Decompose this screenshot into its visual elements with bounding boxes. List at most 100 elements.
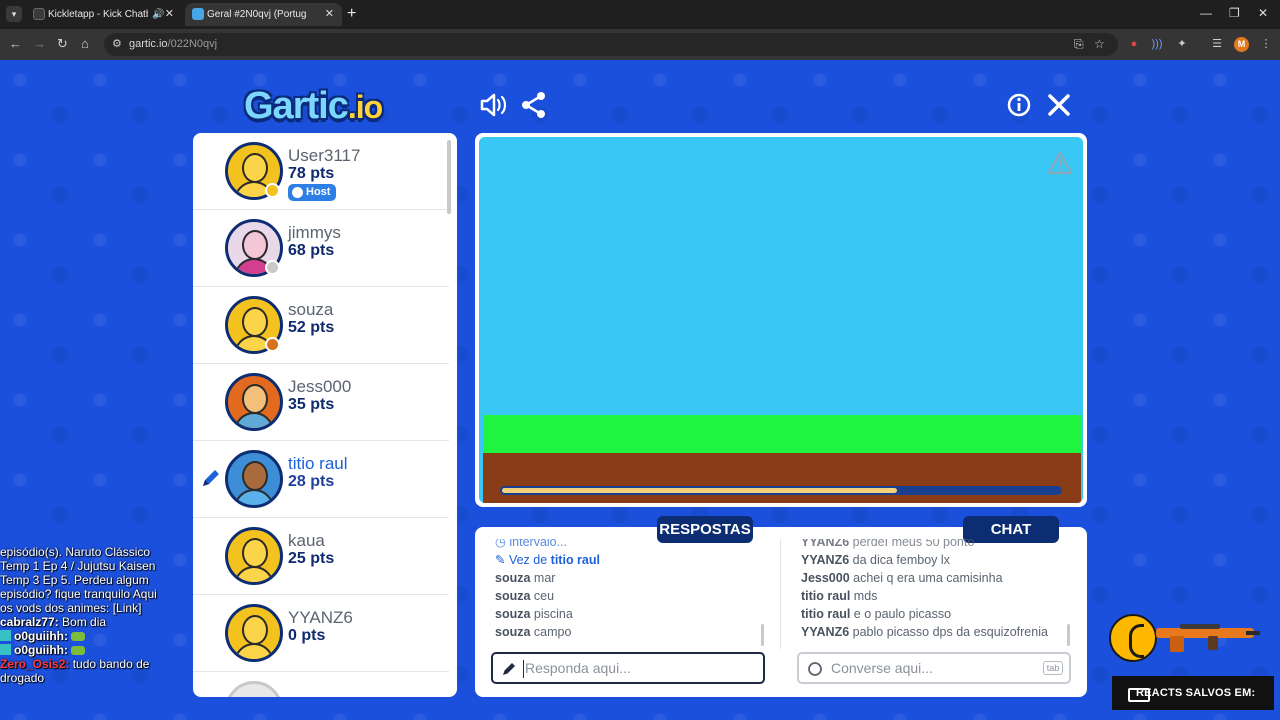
site-info-icon[interactable]: ⚙ <box>112 37 122 50</box>
chat-message: titio raul mds <box>801 589 878 603</box>
reload-icon[interactable]: ↻ <box>57 36 68 52</box>
audio-extension-icon[interactable]: ))) <box>1150 37 1164 51</box>
tab-search-button[interactable]: ▾ <box>6 6 22 22</box>
url-text: gartic.io/022N0qvj <box>129 38 218 50</box>
drawing-green-stroke <box>483 415 1081 453</box>
text-caret <box>523 660 524 678</box>
avatar <box>225 373 283 431</box>
close-window-icon[interactable]: ✕ <box>1258 6 1268 20</box>
share-icon[interactable] <box>519 90 549 120</box>
drawing-canvas[interactable] <box>479 137 1083 503</box>
browser-tab-strip: ▾ Kickletapp - Kick Chatbot a 🔊 ✕ Geral … <box>0 0 1280 29</box>
player-row: jimmys 68 pts <box>193 210 449 287</box>
answer-input-placeholder: Responda aqui... <box>525 660 631 676</box>
forward-icon[interactable]: → <box>33 36 46 52</box>
player-points: 25 pts <box>288 550 335 567</box>
player-points: 52 pts <box>288 319 335 336</box>
browser-toolbar: ← → ↻ ⌂ ⚙ gartic.io/022N0qvj ⎘ ☆ ● ))) ✦… <box>0 29 1280 60</box>
close-tab-icon[interactable]: ✕ <box>165 3 174 26</box>
player-row: Jess000 35 pts <box>193 364 449 441</box>
status-dot <box>265 260 280 275</box>
stream-chat-overlay: episódio(s). Naruto Clássico Temp 1 Ep 4… <box>0 545 170 685</box>
stream-chat-line: o0guiihh: <box>0 629 170 643</box>
restore-icon[interactable]: ❐ <box>1229 6 1240 20</box>
player-name: Jess000 <box>288 377 352 396</box>
stream-chat-line: o0guiihh: <box>0 643 170 657</box>
drawing-pencil-icon <box>203 470 219 486</box>
answers-chat-panel: RESPOSTAS CHAT ◷ intervalo... ✎ Vez de t… <box>475 516 1087 697</box>
answer-message: souza mar <box>495 571 556 585</box>
stream-bot-message: episódio(s). Naruto Clássico Temp 1 Ep 4… <box>0 545 157 615</box>
browser-menu-icon[interactable]: ⋮ <box>1259 37 1273 51</box>
report-warning-icon[interactable] <box>1047 151 1073 175</box>
answer-message: souza campo <box>495 625 572 639</box>
status-dot <box>265 183 280 198</box>
pencil-icon <box>503 663 515 675</box>
browser-tab-gartic[interactable]: Geral #2N0qvj (Português) - Ga ✕ <box>185 3 342 26</box>
gartic-favicon-icon <box>192 8 204 20</box>
turn-timer-fill <box>500 486 900 495</box>
stream-chat-line: cabralz77: Bom dia <box>0 615 107 629</box>
player-name: souza <box>288 300 334 319</box>
player-row-drawing: titio raul 28 pts <box>193 441 449 518</box>
chat-message: YYANZ6 perdeI meus 50 ponto <box>801 539 975 549</box>
chat-bubble-icon <box>808 662 822 676</box>
close-tab-icon[interactable]: ✕ <box>325 3 334 26</box>
stream-chat-line: Zero_Osis2: tudo bando de drogado <box>0 657 150 685</box>
player-row: souza 52 pts <box>193 287 449 364</box>
tab-audio-icon[interactable]: 🔊 <box>152 3 164 26</box>
address-bar[interactable]: ⚙ gartic.io/022N0qvj ⎘ ☆ <box>104 33 1118 56</box>
avatar <box>225 527 283 585</box>
player-points: 28 pts <box>288 473 335 490</box>
back-icon[interactable]: ← <box>9 36 22 52</box>
host-badge: Host <box>288 184 337 201</box>
chat-list: YYANZ6 perdeI meus 50 ponto YYANZ6 da di… <box>801 539 1071 641</box>
player-row: User3117 78 pts Host <box>193 133 449 210</box>
answers-scrollbar[interactable] <box>761 624 764 646</box>
bookmark-star-icon[interactable]: ☆ <box>1094 37 1105 51</box>
chat-message: Jess000 achei q era uma camisinha <box>801 571 1003 585</box>
exit-room-icon[interactable] <box>1044 90 1074 120</box>
new-tab-button[interactable]: + <box>347 5 356 23</box>
panel-divider <box>780 539 781 649</box>
badge-icon <box>0 644 11 655</box>
player-row: YYANZ6 0 pts <box>193 595 449 672</box>
badge-icon <box>0 630 11 641</box>
extensions-puzzle-icon[interactable]: ✦ <box>1175 37 1189 51</box>
turn-notice: ✎ Vez de titio raul <box>495 553 600 567</box>
emote-icon <box>71 646 86 655</box>
drawing-canvas-frame <box>475 133 1087 507</box>
gartic-logo: Gartic.io <box>244 85 383 127</box>
reacts-banner: REACTS SALVOS EM: <box>1112 676 1274 710</box>
profile-avatar[interactable]: M <box>1234 37 1249 52</box>
avatar <box>225 604 283 662</box>
drawing-brown-stroke <box>483 453 1081 503</box>
chat-message: YYANZ6 da dica femboy lx <box>801 553 950 567</box>
player-points: 35 pts <box>288 396 335 413</box>
reading-list-icon[interactable]: ☰ <box>1210 37 1224 51</box>
player-points: 0 pts <box>288 627 326 644</box>
home-icon[interactable]: ⌂ <box>81 36 89 52</box>
answer-input[interactable]: Responda aqui... <box>491 652 765 684</box>
player-name: titio raul <box>288 454 348 473</box>
chat-input-placeholder: Converse aqui... <box>831 660 933 676</box>
record-extension-icon[interactable]: ● <box>1127 37 1141 51</box>
chat-scrollbar[interactable] <box>1067 624 1070 646</box>
chat-message: titio raul e o paulo picasso <box>801 607 952 621</box>
answer-message: souza piscina <box>495 607 573 621</box>
info-icon[interactable] <box>1004 90 1034 120</box>
avatar <box>225 450 283 508</box>
interval-notice: ◷ intervalo... <box>495 539 568 549</box>
emote-icon <box>71 632 86 641</box>
kicklet-favicon-icon <box>33 8 45 20</box>
browser-tab-kicklet[interactable]: Kickletapp - Kick Chatbot a 🔊 ✕ <box>26 3 182 26</box>
gartic-page: Gartic.io User3117 78 pts Host jimmys 68… <box>0 60 1280 720</box>
answer-message: souza ceu <box>495 589 555 603</box>
player-name: YYANZ6 <box>288 608 353 627</box>
turn-timer <box>500 486 1062 495</box>
chat-input[interactable]: Converse aqui... tab <box>797 652 1071 684</box>
minimize-icon[interactable]: — <box>1200 6 1212 20</box>
sound-toggle-icon[interactable] <box>478 90 508 120</box>
install-app-icon[interactable]: ⎘ <box>1074 37 1084 52</box>
players-scrollbar[interactable] <box>447 140 451 214</box>
